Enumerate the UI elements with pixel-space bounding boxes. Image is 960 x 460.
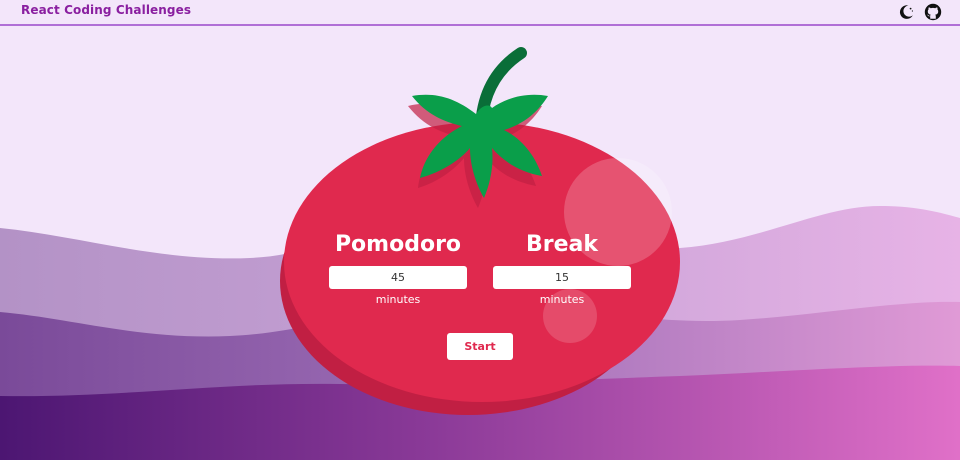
break-label: Break	[525, 232, 598, 257]
pomodoro-page: React Coding Challenges Pomodoro minutes	[0, 0, 960, 460]
start-button[interactable]: Start	[447, 333, 513, 360]
theme-toggle-icon[interactable]	[897, 3, 915, 21]
pomodoro-unit-label: minutes	[375, 293, 421, 306]
break-unit-label: minutes	[539, 293, 585, 306]
pomodoro-setting: Pomodoro minutes	[328, 230, 468, 306]
pomodoro-minutes-input[interactable]	[329, 266, 467, 289]
pomodoro-label: Pomodoro	[334, 232, 462, 257]
header-actions	[897, 3, 942, 21]
break-setting: Break minutes	[492, 230, 632, 306]
brand-link[interactable]: React Coding Challenges	[21, 3, 191, 17]
top-bar: React Coding Challenges	[0, 0, 960, 26]
github-icon[interactable]	[924, 3, 942, 21]
timer-settings: Pomodoro minutes Break minutes Start	[320, 230, 640, 370]
break-minutes-input[interactable]	[493, 266, 631, 289]
